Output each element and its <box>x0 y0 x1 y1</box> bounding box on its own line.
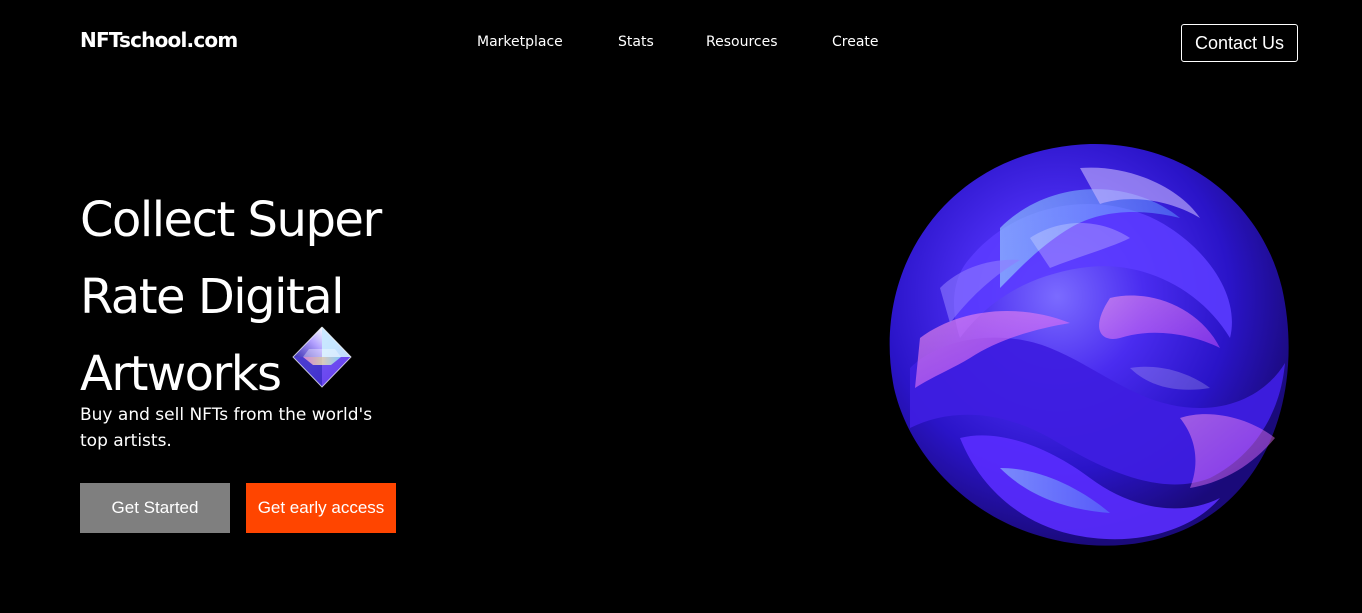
nav-item-resources[interactable]: Resources <box>706 34 778 50</box>
nav-item-create[interactable]: Create <box>832 34 879 50</box>
contact-us-button[interactable]: Contact Us <box>1181 24 1298 62</box>
diamond-gem-icon <box>291 325 353 412</box>
hero-subtext: Buy and sell NFTs from the world's top a… <box>80 405 373 451</box>
get-started-button[interactable]: Get Started <box>80 483 230 533</box>
nav-item-stats[interactable]: Stats <box>618 34 654 50</box>
hero-headline: Collect Super Rate Digital Artworks <box>80 182 500 413</box>
headline-line-3-text: Artworks <box>80 346 282 402</box>
site-logo[interactable]: NFTschool.com <box>80 28 238 52</box>
get-early-access-button[interactable]: Get early access <box>246 483 396 533</box>
landing-page: NFTschool.com Marketplace Stats Resource… <box>0 0 1362 613</box>
nav-item-marketplace[interactable]: Marketplace <box>477 34 563 50</box>
headline-line-1: Collect Super <box>80 192 382 248</box>
holographic-sphere-icon <box>880 138 1300 558</box>
